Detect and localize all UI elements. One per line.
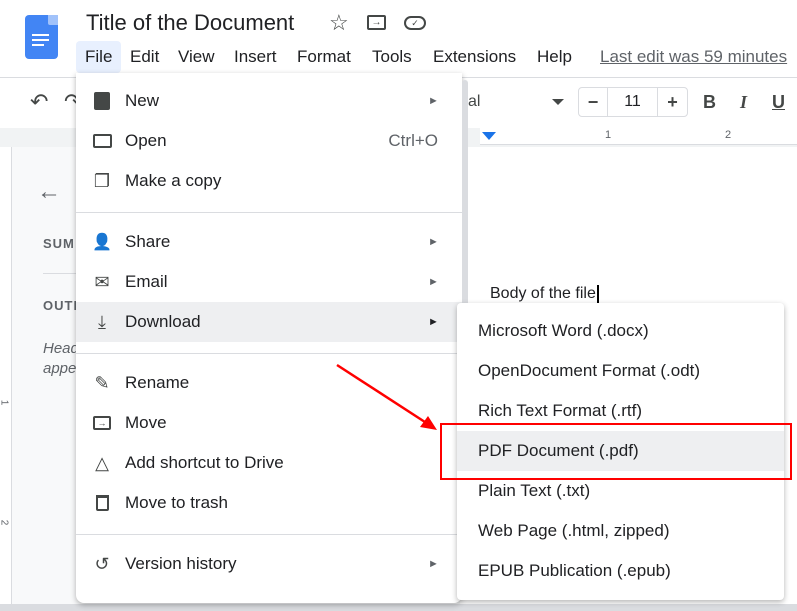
annotation-arrow	[336, 363, 437, 430]
